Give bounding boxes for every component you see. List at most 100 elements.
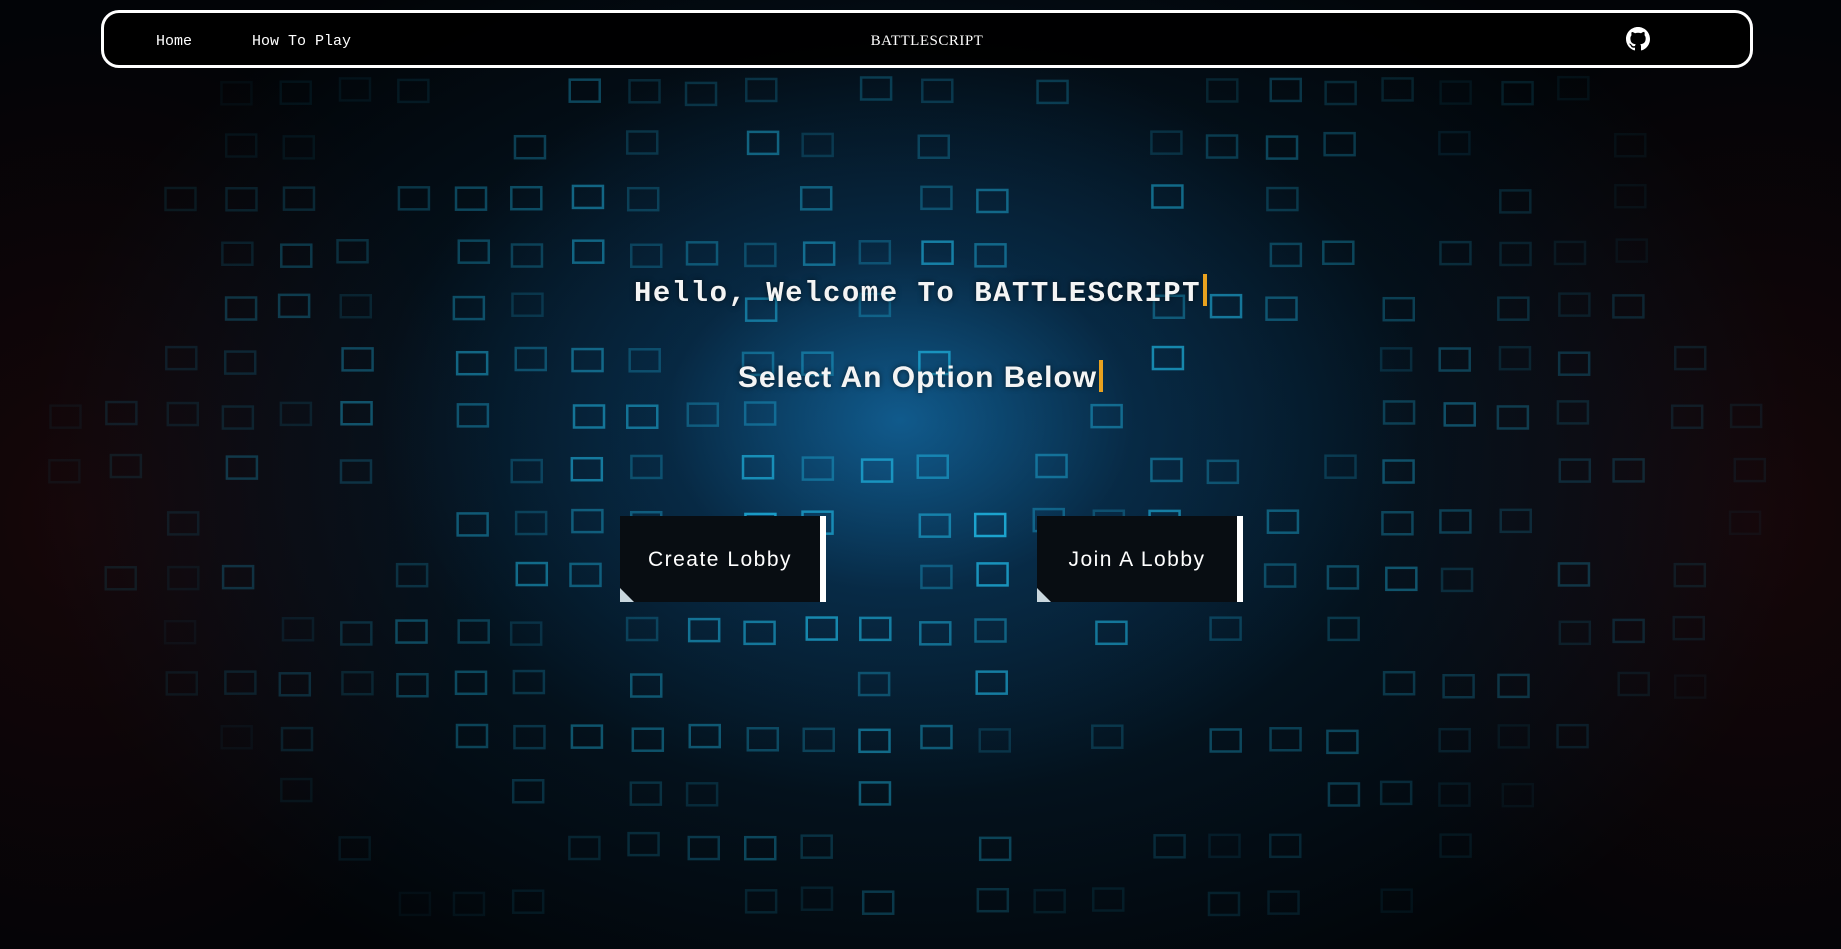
background-square <box>630 243 663 269</box>
background-square <box>978 836 1012 862</box>
background-square <box>1095 620 1128 646</box>
background-square <box>280 777 313 803</box>
background-square <box>973 512 1007 538</box>
background-square <box>1439 509 1472 534</box>
background-square <box>569 562 602 588</box>
background-square <box>1438 782 1471 807</box>
background-square <box>225 187 258 212</box>
background-square <box>454 186 488 211</box>
subtitle-text: Select An Option Below <box>737 361 1098 394</box>
background-square <box>1207 891 1241 917</box>
background-square <box>920 185 953 211</box>
background-square <box>1153 834 1186 859</box>
background-square <box>1033 888 1066 914</box>
nav-how-to-play-link[interactable]: How To Play <box>252 33 351 50</box>
background-square <box>1269 727 1302 752</box>
background-square <box>397 186 431 211</box>
join-lobby-label: Join A Lobby <box>1068 548 1206 571</box>
background-square <box>570 724 604 749</box>
background-square <box>338 77 372 102</box>
background-square <box>224 670 257 695</box>
background-square <box>166 511 200 536</box>
background-square <box>1497 724 1531 749</box>
background-square <box>456 403 490 428</box>
background-square <box>743 620 776 646</box>
background-square <box>455 723 489 749</box>
background-square <box>1670 404 1704 429</box>
background-square <box>1501 80 1534 106</box>
background-square <box>629 781 663 806</box>
background-square <box>976 188 1009 214</box>
create-lobby-button[interactable]: Create Lobby <box>620 516 826 602</box>
background-square <box>395 619 428 644</box>
background-square <box>1327 782 1361 807</box>
background-square <box>744 242 777 268</box>
background-square <box>1205 134 1239 159</box>
background-square <box>1439 833 1472 858</box>
background-square <box>398 891 432 917</box>
background-square <box>1150 130 1183 155</box>
background-square <box>1324 80 1357 106</box>
background-square <box>341 670 374 696</box>
background-square <box>1615 238 1648 263</box>
welcome-heading: Hello, Welcome To BATTLESCRIPT <box>0 274 1841 310</box>
background-square <box>1151 184 1184 209</box>
github-icon[interactable] <box>1626 27 1650 51</box>
background-square <box>512 669 546 695</box>
background-square <box>857 671 891 697</box>
background-square <box>976 887 1010 913</box>
background-square <box>1614 183 1647 209</box>
background-square <box>858 240 892 265</box>
background-square <box>221 564 255 590</box>
background-square <box>1501 782 1535 808</box>
background-square <box>859 616 892 642</box>
background-square <box>513 724 546 750</box>
background-square <box>1269 242 1303 268</box>
background-square <box>802 241 836 266</box>
join-lobby-button[interactable]: Join A Lobby <box>1037 516 1243 602</box>
background-square <box>916 454 949 479</box>
background-square <box>920 724 953 750</box>
background-square <box>625 616 659 642</box>
background-square <box>224 133 258 158</box>
background-square <box>105 400 138 426</box>
background-square <box>104 566 137 591</box>
background-square <box>801 132 834 158</box>
background-square <box>920 564 953 590</box>
background-square <box>225 455 259 480</box>
typing-caret <box>1203 274 1208 306</box>
background-square <box>919 621 952 646</box>
background-square <box>571 239 605 264</box>
background-square <box>743 835 777 861</box>
background-square <box>510 243 544 268</box>
background-square <box>513 134 547 160</box>
background-square <box>1438 727 1471 753</box>
background-square <box>1322 240 1355 266</box>
nav-home-link[interactable]: Home <box>156 33 192 50</box>
background-square <box>1263 563 1297 588</box>
background-square <box>684 81 718 107</box>
background-square <box>741 454 775 480</box>
background-square <box>1206 459 1240 485</box>
background-square <box>1499 241 1532 267</box>
background-square <box>1323 131 1356 157</box>
background-square <box>921 78 954 104</box>
background-square <box>452 891 486 917</box>
background-square <box>918 513 952 538</box>
typing-caret <box>1099 360 1104 392</box>
background-square <box>1385 566 1418 592</box>
background-grid-pattern <box>48 75 1767 917</box>
background-square <box>510 458 543 484</box>
background-square <box>514 510 548 536</box>
background-square <box>1496 405 1530 430</box>
background-square <box>338 836 371 861</box>
background-square <box>625 130 659 155</box>
background-square <box>568 78 601 103</box>
background-square <box>395 562 429 588</box>
background-square <box>336 239 369 264</box>
background-square <box>109 453 143 479</box>
background-square <box>805 616 838 641</box>
background-square <box>626 404 659 429</box>
background-square <box>571 508 604 534</box>
background-square <box>1327 616 1360 642</box>
